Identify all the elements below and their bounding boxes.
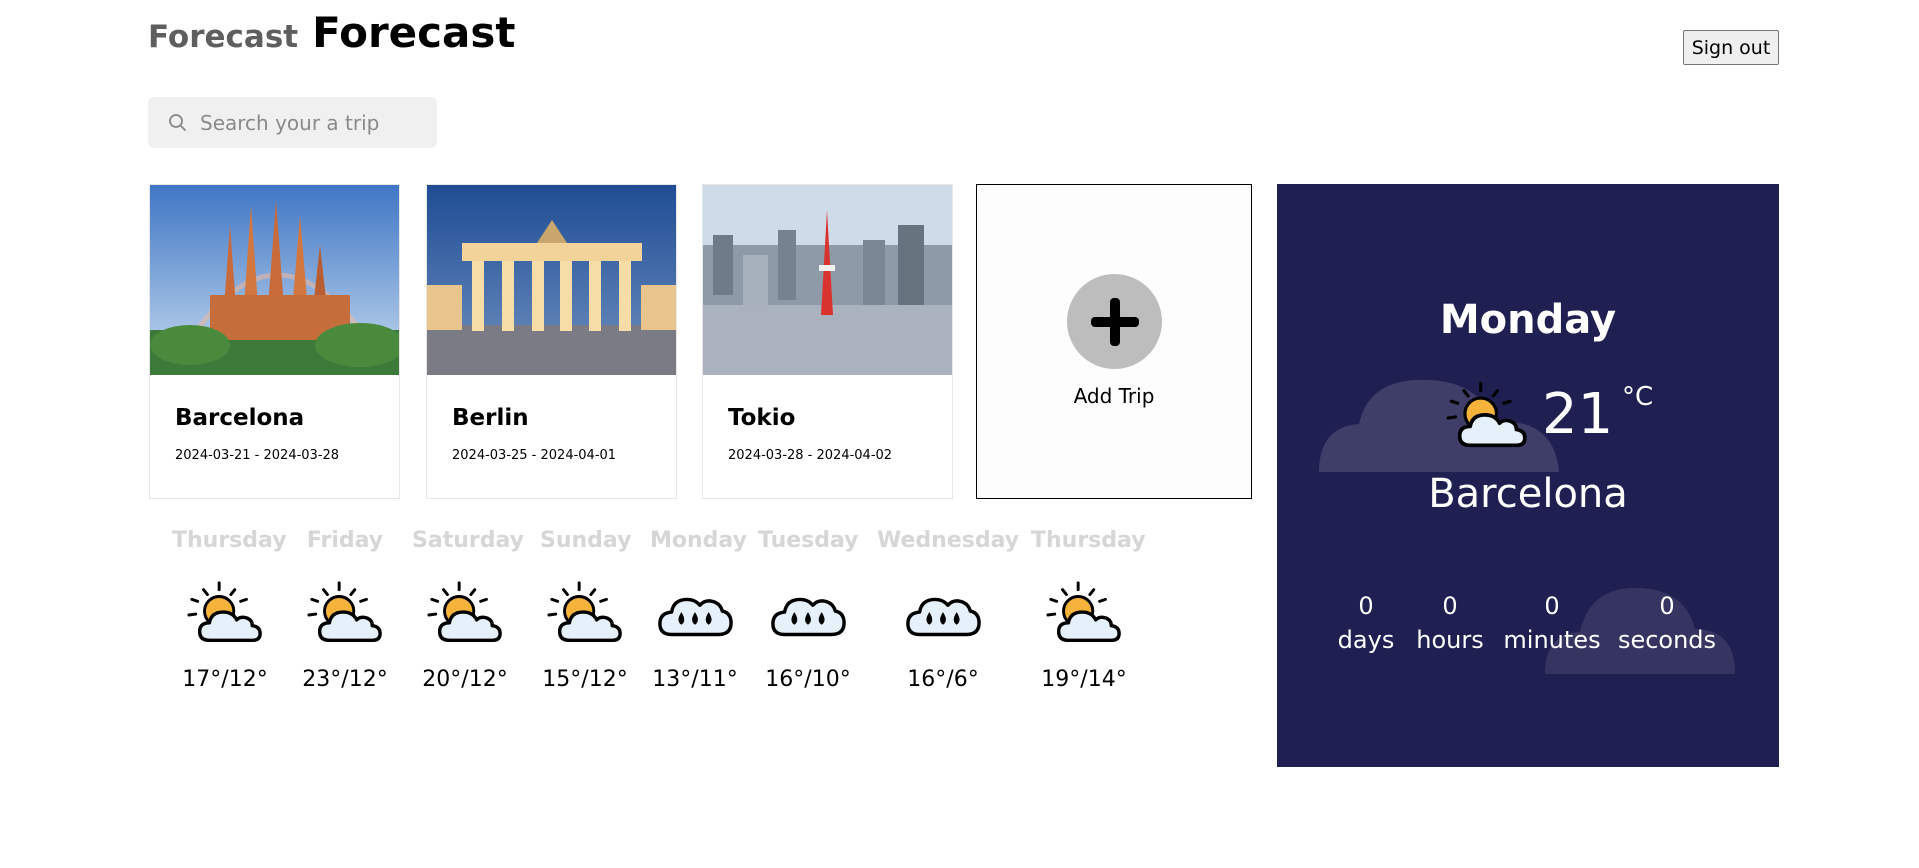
- add-trip-label: Add Trip: [1073, 384, 1155, 408]
- partly-sunny-icon: [306, 579, 384, 651]
- forecast-day-name: Wednesday: [877, 528, 1020, 553]
- forecast-day: Sunday 15°/12°: [540, 528, 632, 692]
- trip-dates: 2024-03-21 - 2024-03-28: [175, 448, 340, 463]
- countdown-label: hours: [1416, 626, 1484, 654]
- countdown-days: 0 days: [1335, 592, 1397, 654]
- rain-cloud-icon: [769, 579, 847, 651]
- trip-name: Berlin: [452, 405, 529, 431]
- sign-out-button[interactable]: Sign out: [1683, 30, 1779, 65]
- search-input[interactable]: [200, 110, 430, 135]
- countdown-minutes: 0 minutes: [1502, 592, 1602, 654]
- countdown-value: 0: [1442, 592, 1458, 620]
- forecast-day-name: Saturday: [412, 528, 524, 553]
- sagrada-familia-photo: [150, 185, 399, 375]
- today-temperature: 21: [1542, 382, 1614, 447]
- partly-sunny-icon: [426, 579, 504, 651]
- forecast-day: Tuesday 16°/10°: [758, 528, 859, 692]
- add-trip-card[interactable]: Add Trip: [976, 184, 1252, 499]
- forecast-temps: 15°/12°: [542, 667, 628, 692]
- countdown-seconds: 0 seconds: [1617, 592, 1717, 654]
- trip-card-barcelona[interactable]: Barcelona 2024-03-21 - 2024-03-28: [149, 184, 400, 499]
- countdown-label: days: [1337, 626, 1395, 654]
- trip-dates: 2024-03-28 - 2024-04-02: [728, 448, 893, 463]
- partly-sunny-icon: [186, 579, 264, 651]
- forecast-temps: 16°/10°: [765, 667, 851, 692]
- forecast-temps: 16°/6°: [907, 667, 979, 692]
- partly-sunny-icon: [546, 579, 624, 651]
- search-icon: [169, 113, 186, 131]
- forecast-temps: 19°/14°: [1041, 667, 1127, 692]
- add-trip-button[interactable]: [1067, 274, 1162, 369]
- countdown-label: seconds: [1617, 626, 1717, 654]
- search-bar[interactable]: [148, 97, 437, 148]
- rain-cloud-icon: [904, 579, 982, 651]
- forecast-temps: 13°/11°: [652, 667, 738, 692]
- forecast-day-name: Friday: [306, 528, 384, 553]
- page-title: Forecast: [312, 8, 516, 57]
- countdown-hours: 0 hours: [1414, 592, 1486, 654]
- forecast-temps: 17°/12°: [182, 667, 268, 692]
- forecast-day-name: Tuesday: [758, 528, 859, 553]
- tokyo-tower-skyline-photo: [703, 185, 952, 375]
- rain-cloud-icon: [656, 579, 734, 651]
- partly-sunny-icon: [1045, 579, 1123, 651]
- forecast-temps: 20°/12°: [422, 667, 508, 692]
- forecast-day: Thursday 17°/12°: [172, 528, 287, 692]
- temperature-unit: °C: [1622, 382, 1654, 412]
- app-logo-text: Forecast: [148, 19, 299, 55]
- forecast-day: Monday 13°/11°: [650, 528, 747, 692]
- partly-sunny-icon: [1445, 379, 1529, 457]
- forecast-day: Saturday 20°/12°: [412, 528, 524, 692]
- trip-name: Barcelona: [175, 405, 305, 431]
- countdown-label: minutes: [1503, 626, 1601, 654]
- app-header: Forecast Forecast: [148, 8, 515, 57]
- forecast-day-name: Monday: [650, 528, 747, 553]
- brandenburg-gate-photo: [427, 185, 676, 375]
- today-city: Barcelona: [1428, 471, 1628, 517]
- countdown-value: 0: [1544, 592, 1560, 620]
- forecast-day-name: Sunday: [540, 528, 632, 553]
- forecast-day: Thursday 19°/14°: [1031, 528, 1146, 692]
- forecast-day: Friday 23°/12°: [300, 528, 390, 692]
- countdown-value: 0: [1659, 592, 1675, 620]
- forecast-day: Wednesday 16°/6°: [877, 528, 1020, 692]
- today-weather-panel: Monday 21 °C Barcelona 0 days 0 hours 0 …: [1277, 184, 1779, 767]
- forecast-day-name: Thursday: [1031, 528, 1146, 553]
- trip-card-tokio[interactable]: Tokio 2024-03-28 - 2024-04-02: [702, 184, 953, 499]
- plus-icon: [1090, 297, 1139, 346]
- today-day-name: Monday: [1439, 297, 1617, 343]
- trip-name: Tokio: [728, 405, 796, 431]
- trip-card-berlin[interactable]: Berlin 2024-03-25 - 2024-04-01: [426, 184, 677, 499]
- countdown-value: 0: [1358, 592, 1374, 620]
- trip-dates: 2024-03-25 - 2024-04-01: [452, 448, 617, 463]
- forecast-temps: 23°/12°: [302, 667, 388, 692]
- forecast-day-name: Thursday: [172, 528, 287, 553]
